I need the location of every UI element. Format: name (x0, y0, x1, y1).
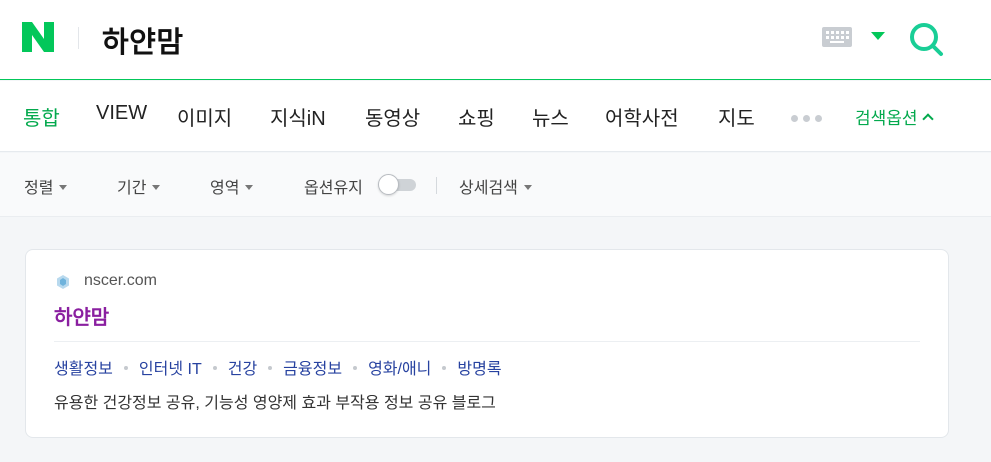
tab-video[interactable]: 동영상 (365, 102, 420, 131)
sublink-finance[interactable]: 금융정보 (283, 361, 342, 378)
tab-shopping[interactable]: 쇼핑 (458, 102, 495, 131)
filter-divider (436, 177, 437, 194)
area-label: 영역 (210, 180, 240, 197)
tab-map[interactable]: 지도 (718, 102, 755, 131)
separator-dot (268, 366, 273, 370)
caret-down-icon (245, 185, 254, 190)
sublink-movies-anime[interactable]: 영화/애니 (368, 361, 431, 378)
caret-down-icon (59, 185, 68, 190)
search-tabs: 통합 VIEW 이미지 지식iN 동영상 쇼핑 뉴스 어학사전 지도 검색옵션 (0, 81, 991, 152)
toggle-knob (378, 174, 399, 195)
sublink-lifestyle[interactable]: 생활정보 (54, 361, 113, 378)
advanced-search-dropdown[interactable]: 상세검색 (459, 174, 532, 198)
tab-images[interactable]: 이미지 (177, 102, 232, 131)
result-sublinks: 생활정보 인터넷 IT 건강 금융정보 영화/애니 방명록 (54, 355, 502, 379)
chevron-up-icon (921, 113, 934, 125)
period-dropdown[interactable]: 기간 (117, 174, 161, 198)
tab-dictionary[interactable]: 어학사전 (605, 102, 679, 131)
sublink-health[interactable]: 건강 (228, 361, 257, 378)
more-tabs-icon[interactable] (791, 115, 822, 122)
keyboard-icon[interactable] (822, 27, 852, 47)
area-dropdown[interactable]: 영역 (210, 174, 254, 198)
site-favicon-icon (57, 275, 69, 289)
sublink-internet-it[interactable]: 인터넷 IT (139, 361, 202, 378)
keep-options-label: 옵션유지 (304, 180, 363, 197)
result-title-link[interactable]: 하얀맘 (54, 301, 109, 330)
tab-view[interactable]: VIEW (96, 102, 147, 125)
caret-down-icon (152, 185, 161, 190)
tab-news[interactable]: 뉴스 (532, 102, 569, 131)
sort-label: 정렬 (24, 180, 54, 197)
result-divider (54, 341, 920, 342)
sort-dropdown[interactable]: 정렬 (24, 174, 68, 198)
sublink-guestbook[interactable]: 방명록 (457, 361, 501, 378)
search-query[interactable]: 하얀맘 (102, 19, 184, 61)
filter-bar: 정렬 기간 영역 옵션유지 상세검색 (0, 153, 991, 217)
header-divider (78, 27, 79, 49)
search-header: 하얀맘 (0, 0, 991, 80)
separator-dot (442, 366, 447, 370)
separator-dot (212, 366, 217, 370)
keyboard-dropdown-icon[interactable] (871, 32, 885, 40)
advanced-search-label: 상세검색 (459, 180, 518, 197)
result-site-url[interactable]: nscer.com (84, 272, 157, 290)
search-options-label: 검색옵션 (855, 109, 918, 128)
tab-integrated[interactable]: 통합 (23, 102, 60, 131)
separator-dot (353, 366, 358, 370)
caret-down-icon (523, 185, 532, 190)
result-description: 유용한 건강정보 공유, 기능성 영양제 효과 부작용 정보 공유 블로그 (54, 395, 496, 412)
period-label: 기간 (117, 180, 147, 197)
tab-knowledge-in[interactable]: 지식iN (270, 102, 326, 131)
search-result-card: nscer.com 하얀맘 생활정보 인터넷 IT 건강 금융정보 영화/애니 방명록 유… (25, 249, 949, 438)
keep-options-toggle[interactable] (378, 173, 416, 195)
naver-logo[interactable] (22, 22, 54, 52)
search-icon[interactable] (908, 21, 944, 57)
separator-dot (123, 366, 128, 370)
search-options-button[interactable]: 검색옵션 (855, 104, 934, 129)
